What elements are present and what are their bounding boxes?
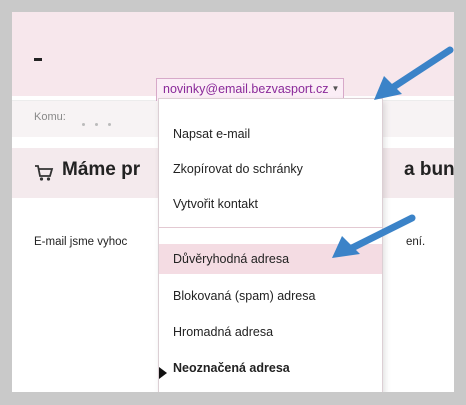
selection-pointer-icon	[159, 367, 167, 379]
menu-item-blocked-spam-address[interactable]: Blokovaná (spam) adresa	[159, 281, 382, 311]
menu-item-copy-to-clipboard[interactable]: Zkopírovat do schránky	[159, 154, 382, 184]
callout-arrow-icon	[374, 46, 454, 100]
recipient-label: Komu:	[34, 111, 66, 123]
callout-arrow-icon	[332, 214, 416, 258]
sender-name-redacted	[34, 58, 42, 61]
screenshot-frame: Komu: Máme pr a bundy, E-mail jsme vyhoc…	[12, 12, 454, 392]
menu-item-bulk-address[interactable]: Hromadná adresa	[159, 317, 382, 347]
subject-text-start: Máme pr	[62, 159, 141, 180]
body-text-start: E-mail jsme vyhoc	[34, 236, 128, 248]
subject-text-end: a bundy,	[404, 159, 454, 180]
sender-email-text: novinky@email.bezvasport.cz	[163, 82, 329, 96]
shopping-cart-icon	[35, 165, 54, 181]
menu-item-unmarked-address[interactable]: Neoznačená adresa	[159, 353, 382, 383]
menu-item-compose-email[interactable]: Napsat e-mail	[159, 119, 382, 149]
recipient-redacted	[82, 113, 152, 126]
dropdown-caret-icon: ▼	[331, 84, 340, 93]
